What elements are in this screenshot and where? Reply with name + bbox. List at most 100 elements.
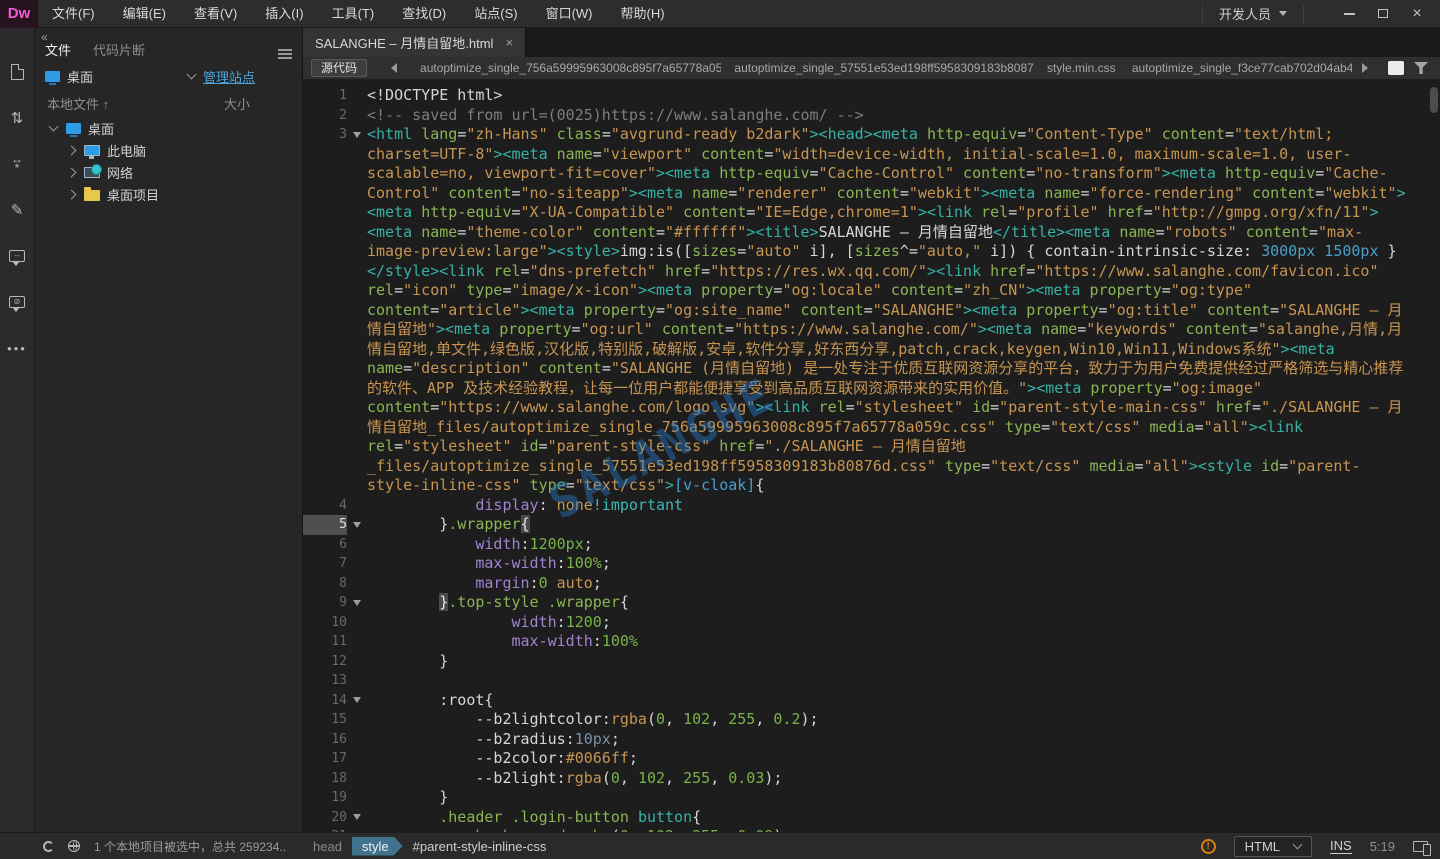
tab-files[interactable]: 文件 bbox=[45, 40, 71, 59]
code-fold-icon[interactable] bbox=[353, 697, 361, 703]
tree-item-网络[interactable]: 网络 bbox=[35, 161, 302, 183]
tag-style-id[interactable]: #parent-style-inline-css bbox=[413, 839, 547, 854]
globe-check-icon[interactable] bbox=[68, 840, 80, 852]
code-line-wrap[interactable]: Control" content="no-siteapp"><meta name… bbox=[303, 184, 1440, 204]
minimize-button[interactable] bbox=[1332, 2, 1366, 26]
tree-item-此电脑[interactable]: 此电脑 bbox=[35, 139, 302, 161]
tab-snippets[interactable]: 代码片断 bbox=[93, 40, 145, 59]
code-line-1[interactable]: 1<!DOCTYPE html> bbox=[303, 86, 1440, 106]
code-fold-icon[interactable] bbox=[353, 522, 361, 528]
chevron-right-icon[interactable] bbox=[66, 167, 76, 177]
chevron-right-icon[interactable] bbox=[66, 145, 76, 155]
code-line-wrap[interactable]: content="https://www.salanghe.com/logo.s… bbox=[303, 398, 1440, 418]
workspace-switcher[interactable]: 开发人员 bbox=[1202, 4, 1304, 24]
sync-button[interactable]: ⇅ bbox=[7, 108, 27, 128]
code-fold-icon[interactable] bbox=[353, 600, 361, 606]
code-line-wrap[interactable]: 情自留地"><meta property="og:url" content="h… bbox=[303, 320, 1440, 340]
code-line-wrap[interactable]: <meta name="theme-color" content="#fffff… bbox=[303, 223, 1440, 243]
code-line-wrap[interactable]: rel="icon" type="image/x-icon"><meta pro… bbox=[303, 281, 1440, 301]
code-line-wrap[interactable]: style-inline-css" type="text/css">[v-clo… bbox=[303, 476, 1440, 496]
code-line-18[interactable]: 18 --b2light:rgba(0, 102, 255, 0.03); bbox=[303, 769, 1440, 789]
code-line-4[interactable]: 4 display: none!important bbox=[303, 496, 1440, 516]
menu-item-0[interactable]: 文件(F) bbox=[38, 0, 109, 28]
related-file-0[interactable]: autoptimize_single_756a59995963008c895f7… bbox=[407, 61, 721, 75]
tag-head[interactable]: head bbox=[313, 839, 342, 854]
code-view[interactable]: 1<!DOCTYPE html>2<!-- saved from url=(00… bbox=[303, 79, 1440, 832]
apply-comment-button[interactable]: -- bbox=[7, 246, 27, 266]
tree-item-桌面项目[interactable]: 桌面项目 bbox=[35, 183, 302, 205]
code-line-wrap[interactable]: rel="stylesheet" id="parent-style-css" h… bbox=[303, 437, 1440, 457]
remove-comment-button[interactable]: ⊘ bbox=[7, 292, 27, 312]
filter-icon[interactable] bbox=[1414, 62, 1428, 74]
code-line-10[interactable]: 10 width:1200; bbox=[303, 613, 1440, 633]
code-line-wrap[interactable]: 情自留地_files/autoptimize_single_756a599959… bbox=[303, 418, 1440, 438]
code-line-wrap[interactable]: charset=UTF-8"><meta name="viewport" con… bbox=[303, 145, 1440, 165]
code-line-7[interactable]: 7 max-width:100%; bbox=[303, 554, 1440, 574]
code-line-11[interactable]: 11 max-width:100% bbox=[303, 632, 1440, 652]
more-options-button[interactable]: ••• bbox=[7, 338, 27, 358]
code-line-13[interactable]: 13 bbox=[303, 671, 1440, 691]
tree-item-桌面[interactable]: 桌面 bbox=[35, 117, 302, 139]
code-line-19[interactable]: 19 } bbox=[303, 788, 1440, 808]
code-line-20[interactable]: 20 .header .login-button button{ bbox=[303, 808, 1440, 828]
manage-sites-link[interactable]: 管理站点 bbox=[203, 67, 255, 86]
code-fold-icon[interactable] bbox=[353, 814, 361, 820]
code-line-17[interactable]: 17 --b2color:#0066ff; bbox=[303, 749, 1440, 769]
code-line-9[interactable]: 9 }.top-style .wrapper{ bbox=[303, 593, 1440, 613]
column-size[interactable]: 大小 bbox=[224, 94, 290, 113]
code-line-8[interactable]: 8 margin:0 auto; bbox=[303, 574, 1440, 594]
close-button[interactable]: × bbox=[1400, 2, 1434, 26]
scroll-left-icon[interactable] bbox=[391, 63, 397, 73]
code-line-wrap[interactable]: image-preview:large"><style>img:is([size… bbox=[303, 242, 1440, 262]
code-line-6[interactable]: 6 width:1200px; bbox=[303, 535, 1440, 555]
menu-item-1[interactable]: 编辑(E) bbox=[109, 0, 180, 28]
document-tab[interactable]: SALANGHE – 月情自留地.html × bbox=[303, 28, 526, 57]
code-line-wrap[interactable]: _files/autoptimize_single_57551e53ed198f… bbox=[303, 457, 1440, 477]
menu-item-7[interactable]: 窗口(W) bbox=[532, 0, 607, 28]
insert-mode-indicator[interactable]: INS bbox=[1330, 838, 1352, 854]
restore-button[interactable] bbox=[1366, 2, 1400, 26]
code-line-15[interactable]: 15 --b2lightcolor:rgba(0, 102, 255, 0.2)… bbox=[303, 710, 1440, 730]
code-line-wrap[interactable]: content="article"><meta property="og:sit… bbox=[303, 301, 1440, 321]
doctype-select[interactable]: HTML bbox=[1234, 836, 1312, 857]
related-file-3[interactable]: autoptimize_single_f3ce77cab702d04ab419b bbox=[1119, 61, 1352, 75]
format-source-button[interactable]: ↔* bbox=[7, 154, 27, 174]
lint-warning-icon[interactable]: ! bbox=[1201, 839, 1216, 854]
menu-item-6[interactable]: 站点(S) bbox=[460, 0, 531, 28]
site-select[interactable]: 桌面 bbox=[45, 67, 195, 86]
scroll-right-icon[interactable] bbox=[1362, 63, 1368, 73]
code-line-wrap[interactable]: </style><link rel="dns-prefetch" href="h… bbox=[303, 262, 1440, 282]
close-tab-icon[interactable]: × bbox=[505, 35, 513, 50]
code-line-21[interactable]: 21 background:rgba(0, 102, 255, 0.09) bbox=[303, 827, 1440, 832]
related-file-2[interactable]: style.min.css bbox=[1034, 61, 1119, 75]
column-local-files[interactable]: 本地文件 ↑ bbox=[47, 94, 109, 113]
chevron-down-icon[interactable] bbox=[48, 122, 58, 132]
code-line-wrap[interactable]: <meta http-equiv="X-UA-Compatible" conte… bbox=[303, 203, 1440, 223]
menu-item-2[interactable]: 查看(V) bbox=[180, 0, 251, 28]
code-line-wrap[interactable]: 情自留地,单文件,绿色版,汉化版,特别版,破解版,安卓,软件分享,好东西分享,p… bbox=[303, 340, 1440, 360]
refresh-icon[interactable] bbox=[43, 841, 54, 852]
code-line-wrap[interactable]: scalable=no, viewport-fit=cover"><meta h… bbox=[303, 164, 1440, 184]
code-line-3[interactable]: 3<html lang="zh-Hans" class="avgrund-rea… bbox=[303, 125, 1440, 145]
code-line-5[interactable]: 5 }.wrapper{ bbox=[303, 515, 1440, 535]
code-fold-icon[interactable] bbox=[353, 132, 361, 138]
code-line-2[interactable]: 2<!-- saved from url=(0025)https://www.s… bbox=[303, 106, 1440, 126]
menu-item-8[interactable]: 帮助(H) bbox=[607, 0, 679, 28]
code-line-wrap[interactable]: 的软件、APP 及技术经验教程，让每一位用户都能便捷享受到高品质互联网资源带来的… bbox=[303, 379, 1440, 399]
code-line-16[interactable]: 16 --b2radius:10px; bbox=[303, 730, 1440, 750]
menu-item-4[interactable]: 工具(T) bbox=[318, 0, 389, 28]
new-file-button[interactable] bbox=[7, 62, 27, 82]
code-line-14[interactable]: 14 :root{ bbox=[303, 691, 1440, 711]
code-line-12[interactable]: 12 } bbox=[303, 652, 1440, 672]
split-view-button[interactable] bbox=[1388, 61, 1404, 75]
menu-item-3[interactable]: 插入(I) bbox=[251, 0, 317, 28]
code-line-wrap[interactable]: name="description" content="SALANGHE (月情… bbox=[303, 359, 1440, 379]
menu-item-5[interactable]: 查找(D) bbox=[388, 0, 460, 28]
beautify-button[interactable]: ✎ bbox=[7, 200, 27, 220]
source-code-button[interactable]: 源代码 bbox=[311, 59, 367, 77]
tag-style-selected[interactable]: style bbox=[352, 837, 403, 856]
realtime-preview-icon[interactable] bbox=[1413, 841, 1428, 852]
editor-scrollbar[interactable] bbox=[1430, 87, 1438, 113]
related-file-1[interactable]: autoptimize_single_57551e53ed198ff595830… bbox=[721, 61, 1034, 75]
chevron-right-icon[interactable] bbox=[66, 189, 76, 199]
